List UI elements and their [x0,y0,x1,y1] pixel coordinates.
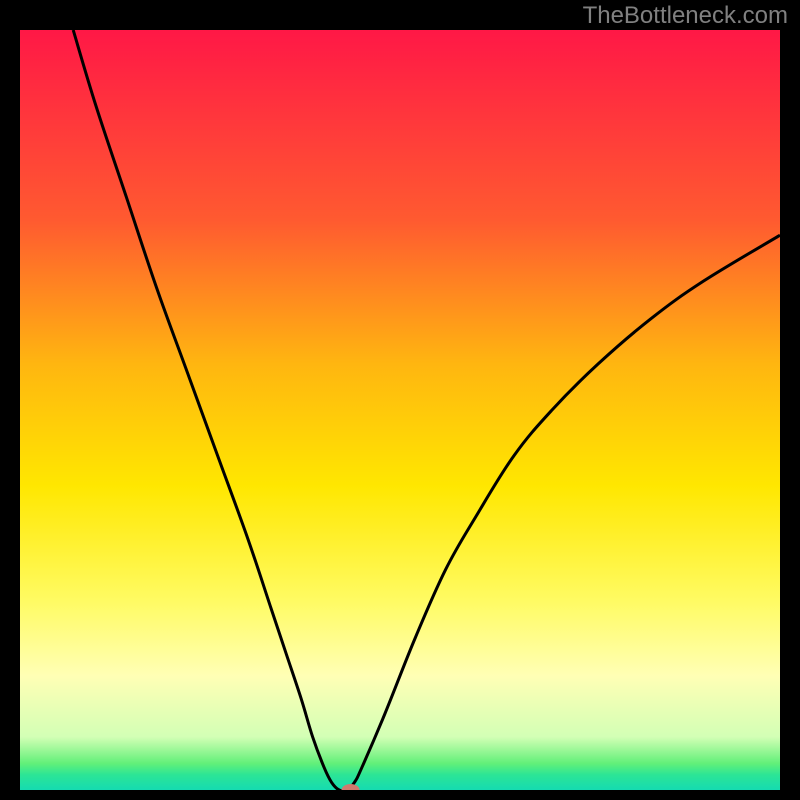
chart-frame: TheBottleneck.com [0,0,800,800]
bottleneck-curve-path [73,30,780,790]
minimum-marker [342,784,360,790]
curve-svg [20,30,780,790]
plot-area [20,30,780,790]
watermark-text: TheBottleneck.com [583,2,788,30]
